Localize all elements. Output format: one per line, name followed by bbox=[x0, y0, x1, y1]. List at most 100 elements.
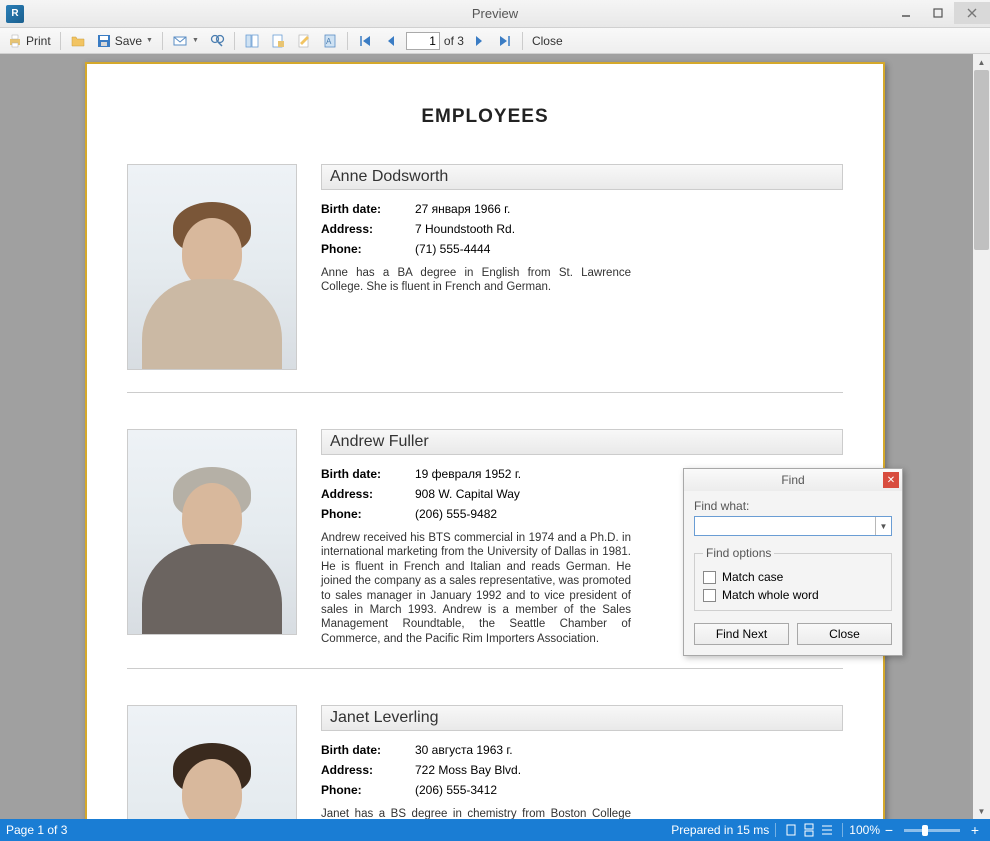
status-page-text: Page 1 of 3 bbox=[6, 823, 67, 837]
zoom-slider[interactable] bbox=[904, 829, 960, 832]
save-button[interactable]: Save ▼ bbox=[93, 31, 156, 51]
field-value: (71) 555-4444 bbox=[415, 242, 490, 256]
match-case-label: Match case bbox=[722, 570, 783, 584]
zoom-out-button[interactable]: − bbox=[880, 821, 898, 839]
field-label: Birth date: bbox=[321, 743, 415, 757]
employee-name: Janet Leverling bbox=[321, 705, 843, 731]
report-title: EMPLOYEES bbox=[87, 106, 883, 128]
find-dialog: Find ✕ Find what: ▼ Find options Match c… bbox=[683, 468, 903, 656]
field-label: Phone: bbox=[321, 507, 415, 521]
checkbox-icon bbox=[703, 589, 716, 602]
employee-notes: Anne has a BA degree in English from St.… bbox=[321, 266, 631, 295]
find-options-group: Find options Match case Match whole word bbox=[694, 546, 892, 611]
find-icon bbox=[209, 33, 225, 49]
first-page-icon bbox=[357, 33, 373, 49]
find-what-input[interactable] bbox=[695, 517, 875, 535]
field-value: 7 Houndstooth Rd. bbox=[415, 222, 515, 236]
field-value: 722 Moss Bay Blvd. bbox=[415, 763, 521, 777]
first-page-button[interactable] bbox=[354, 31, 376, 51]
field-label: Address: bbox=[321, 763, 415, 777]
edit-icon bbox=[296, 33, 312, 49]
save-icon bbox=[96, 33, 112, 49]
page-setup-icon bbox=[270, 33, 286, 49]
dialog-title: Find ✕ bbox=[684, 469, 902, 491]
titlebar: R Preview bbox=[0, 0, 990, 28]
employee-record: Janet Leverling Birth date:30 августа 19… bbox=[127, 705, 843, 819]
find-button[interactable] bbox=[206, 31, 228, 51]
employee-name: Anne Dodsworth bbox=[321, 164, 843, 190]
print-button[interactable]: Print bbox=[4, 31, 54, 51]
field-label: Address: bbox=[321, 222, 415, 236]
separator bbox=[347, 32, 348, 50]
open-button[interactable] bbox=[67, 31, 89, 51]
prev-page-button[interactable] bbox=[380, 31, 402, 51]
outline-icon bbox=[244, 33, 260, 49]
separator bbox=[60, 32, 61, 50]
match-case-checkbox[interactable]: Match case bbox=[703, 570, 883, 584]
last-page-icon bbox=[497, 33, 513, 49]
prev-page-icon bbox=[383, 33, 399, 49]
preview-area: EMPLOYEES Anne Dodsworth Birth date:27 я… bbox=[0, 54, 990, 819]
field-label: Phone: bbox=[321, 783, 415, 797]
continuous-icon bbox=[802, 823, 816, 837]
scroll-down-icon: ▼ bbox=[973, 803, 990, 819]
dialog-title-text: Find bbox=[781, 473, 804, 487]
scroll-up-icon: ▲ bbox=[973, 54, 990, 70]
separator bbox=[842, 823, 843, 837]
page-setup-button[interactable] bbox=[267, 31, 289, 51]
field-label: Phone: bbox=[321, 242, 415, 256]
match-whole-word-checkbox[interactable]: Match whole word bbox=[703, 588, 883, 602]
employee-photo bbox=[127, 429, 297, 635]
email-button[interactable]: ▼ bbox=[169, 31, 202, 51]
field-label: Birth date: bbox=[321, 202, 415, 216]
scroll-thumb[interactable] bbox=[974, 70, 989, 250]
svg-text:A: A bbox=[326, 37, 332, 46]
chevron-down-icon[interactable]: ▼ bbox=[875, 517, 891, 535]
next-page-button[interactable] bbox=[468, 31, 490, 51]
zoom-slider-thumb[interactable] bbox=[922, 825, 928, 836]
view-single-page-button[interactable] bbox=[782, 821, 800, 839]
view-continuous-button[interactable] bbox=[800, 821, 818, 839]
vertical-scrollbar[interactable]: ▲ ▼ bbox=[973, 54, 990, 819]
watermark-icon: A bbox=[322, 33, 338, 49]
dialog-close-button[interactable]: ✕ bbox=[883, 472, 899, 488]
view-multiple-button[interactable] bbox=[818, 821, 836, 839]
minus-icon: − bbox=[885, 822, 893, 838]
find-next-label: Find Next bbox=[716, 627, 767, 641]
page-number-input[interactable] bbox=[406, 32, 440, 50]
field-value: (206) 555-9482 bbox=[415, 507, 497, 521]
employee-photo bbox=[127, 164, 297, 370]
watermark-button[interactable]: A bbox=[319, 31, 341, 51]
outline-button[interactable] bbox=[241, 31, 263, 51]
chevron-down-icon: ▼ bbox=[146, 37, 153, 44]
find-what-combo[interactable]: ▼ bbox=[694, 516, 892, 536]
field-label: Address: bbox=[321, 487, 415, 501]
toolbar: Print Save ▼ ▼ bbox=[0, 28, 990, 54]
status-bar: Page 1 of 3 Prepared in 15 ms 100% − + bbox=[0, 819, 990, 841]
page-count-label: of 3 bbox=[444, 34, 464, 48]
next-page-icon bbox=[471, 33, 487, 49]
find-next-button[interactable]: Find Next bbox=[694, 623, 789, 645]
print-label: Print bbox=[26, 34, 51, 48]
separator bbox=[162, 32, 163, 50]
last-page-button[interactable] bbox=[494, 31, 516, 51]
find-close-button[interactable]: Close bbox=[797, 623, 892, 645]
divider bbox=[127, 668, 843, 669]
close-preview-button[interactable]: Close bbox=[529, 32, 566, 50]
separator bbox=[775, 823, 776, 837]
divider bbox=[127, 392, 843, 393]
close-label: Close bbox=[532, 34, 563, 48]
zoom-text: 100% bbox=[849, 823, 880, 837]
status-prepared-text: Prepared in 15 ms bbox=[671, 823, 769, 837]
zoom-in-button[interactable]: + bbox=[966, 821, 984, 839]
report-page: EMPLOYEES Anne Dodsworth Birth date:27 я… bbox=[85, 62, 885, 819]
field-value: (206) 555-3412 bbox=[415, 783, 497, 797]
employee-record: Anne Dodsworth Birth date:27 января 1966… bbox=[127, 164, 843, 370]
match-whole-label: Match whole word bbox=[722, 588, 819, 602]
employee-notes: Janet has a BS degree in chemistry from … bbox=[321, 807, 631, 819]
checkbox-icon bbox=[703, 571, 716, 584]
folder-open-icon bbox=[70, 33, 86, 49]
window-title: Preview bbox=[0, 6, 990, 21]
employee-notes: Andrew received his BTS commercial in 19… bbox=[321, 531, 631, 646]
edit-page-button[interactable] bbox=[293, 31, 315, 51]
